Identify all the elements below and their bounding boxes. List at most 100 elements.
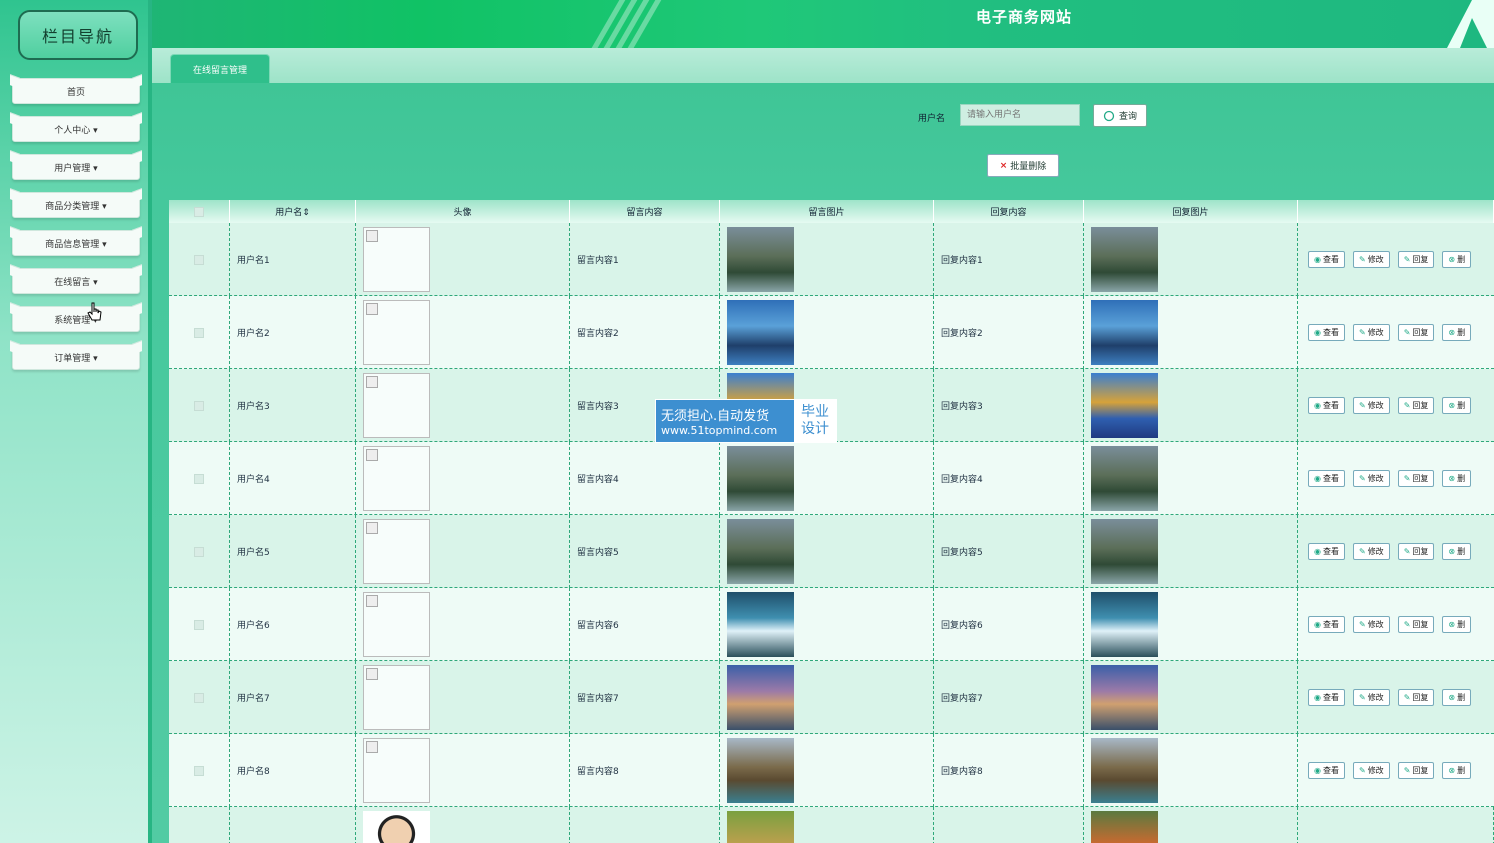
watermark-side1: 毕业 — [801, 404, 829, 421]
table-cell — [356, 661, 570, 734]
table-cell — [356, 442, 570, 515]
avatar-image — [363, 592, 430, 657]
table-row — [169, 807, 1494, 843]
sidebar-item-system[interactable]: 系统管理 ▾ — [12, 306, 140, 332]
edit-button[interactable]: ✎ 修改 — [1352, 324, 1390, 341]
delete-button[interactable]: ⊗ 删 — [1442, 616, 1472, 633]
table-row: 用户名4 留言内容4 回复内容4 ◉ 查看 ✎ 修改 ✎ 回复 ⊗ 删 — [169, 442, 1494, 515]
sidebar-item-home[interactable]: 首页 — [12, 78, 140, 104]
view-button[interactable]: ◉ 查看 — [1308, 324, 1345, 341]
table-cell — [720, 588, 934, 661]
view-label: 查看 — [1322, 693, 1339, 702]
edit-button[interactable]: ✎ 修改 — [1352, 543, 1390, 560]
edit-label: 修改 — [1367, 620, 1384, 629]
table-cell — [356, 588, 570, 661]
delete-button[interactable]: ⊗ 删 — [1442, 762, 1472, 779]
table-cell: 回复内容6 — [934, 588, 1084, 661]
row-checkbox[interactable] — [194, 400, 204, 411]
table-cell — [1298, 807, 1494, 843]
select-all-header[interactable] — [169, 200, 230, 223]
row-checkbox[interactable] — [194, 473, 204, 484]
row-actions: ◉ 查看 ✎ 修改 ✎ 回复 ⊗ 删 — [1298, 762, 1472, 779]
tab-message-management[interactable]: 在线留言管理 — [170, 54, 270, 83]
table-cell: 用户名8 — [230, 734, 356, 807]
watermark-side2: 设计 — [801, 421, 829, 437]
edit-button[interactable]: ✎ 修改 — [1352, 397, 1390, 414]
row-checkbox[interactable] — [194, 765, 204, 776]
sidebar-item-orders[interactable]: 订单管理 ▾ — [12, 344, 140, 370]
view-button[interactable]: ◉ 查看 — [1308, 397, 1345, 414]
table-cell: 留言内容4 — [570, 442, 720, 515]
edit-label: 修改 — [1367, 693, 1384, 702]
delete-button[interactable]: ⊗ 删 — [1442, 324, 1472, 341]
edit-button[interactable]: ✎ 修改 — [1352, 762, 1390, 779]
delete-button[interactable]: ⊗ 删 — [1442, 397, 1472, 414]
pencil-icon: ✎ — [1403, 693, 1411, 702]
row-checkbox[interactable] — [194, 254, 204, 265]
view-button[interactable]: ◉ 查看 — [1308, 543, 1345, 560]
edit-button[interactable]: ✎ 修改 — [1352, 470, 1390, 487]
delete-button[interactable]: ⊗ 删 — [1442, 470, 1472, 487]
reply-button[interactable]: ✎ 回复 — [1397, 397, 1435, 414]
table-cell: 留言内容2 — [570, 296, 720, 369]
batch-delete-button[interactable]: × 批量删除 — [987, 154, 1059, 177]
reply-button[interactable]: ✎ 回复 — [1397, 762, 1435, 779]
table-cell — [1084, 223, 1298, 296]
search-button[interactable]: 查询 — [1093, 104, 1147, 127]
reply-cell: 回复内容6 — [941, 621, 983, 631]
table-cell — [356, 807, 570, 843]
table-cell — [720, 807, 934, 843]
row-actions: ◉ 查看 ✎ 修改 ✎ 回复 ⊗ 删 — [1298, 689, 1472, 706]
row-actions: ◉ 查看 ✎ 修改 ✎ 回复 ⊗ 删 — [1298, 616, 1472, 633]
reply-button[interactable]: ✎ 回复 — [1397, 324, 1435, 341]
username-cell: 用户名2 — [237, 329, 270, 339]
view-button[interactable]: ◉ 查看 — [1308, 689, 1345, 706]
delete-button[interactable]: ⊗ 删 — [1442, 689, 1472, 706]
view-label: 查看 — [1322, 255, 1339, 264]
sidebar-item-messages[interactable]: 在线留言 ▾ — [12, 268, 140, 294]
table-cell — [169, 734, 230, 807]
sidebar-item-user-management[interactable]: 用户管理 ▾ — [12, 154, 140, 180]
row-checkbox[interactable] — [194, 327, 204, 338]
view-button[interactable]: ◉ 查看 — [1308, 616, 1345, 633]
row-checkbox[interactable] — [194, 619, 204, 630]
select-all-checkbox[interactable] — [194, 206, 204, 217]
table-cell — [1084, 296, 1298, 369]
table-cell — [356, 369, 570, 442]
message-cell: 留言内容8 — [577, 767, 619, 777]
view-button[interactable]: ◉ 查看 — [1308, 470, 1345, 487]
row-checkbox[interactable] — [194, 546, 204, 557]
message-image — [727, 738, 794, 803]
pencil-icon: ✎ — [1403, 328, 1411, 337]
sidebar-item-product-management[interactable]: 商品信息管理 ▾ — [12, 230, 140, 256]
reply-button[interactable]: ✎ 回复 — [1397, 251, 1435, 268]
reply-button[interactable]: ✎ 回复 — [1397, 470, 1435, 487]
edit-label: 修改 — [1367, 255, 1384, 264]
sidebar-item-personal-center[interactable]: 个人中心 ▾ — [12, 116, 140, 142]
table-cell: 用户名2 — [230, 296, 356, 369]
reply-button[interactable]: ✎ 回复 — [1397, 543, 1435, 560]
search-input[interactable] — [960, 104, 1080, 126]
reply-label: 回复 — [1412, 547, 1429, 556]
table-cell — [169, 807, 230, 843]
delete-button[interactable]: ⊗ 删 — [1442, 543, 1472, 560]
sidebar-item-category-management[interactable]: 商品分类管理 ▾ — [12, 192, 140, 218]
reply-button[interactable]: ✎ 回复 — [1397, 616, 1435, 633]
view-button[interactable]: ◉ 查看 — [1308, 251, 1345, 268]
table-cell — [169, 223, 230, 296]
column-header-username[interactable]: 用户名⇕ — [230, 200, 356, 223]
reply-image — [1091, 738, 1158, 803]
edit-button[interactable]: ✎ 修改 — [1352, 251, 1390, 268]
row-checkbox[interactable] — [194, 692, 204, 703]
reply-image — [1091, 373, 1158, 438]
close-circle-icon: ⊗ — [1448, 474, 1456, 483]
username-cell: 用户名8 — [237, 767, 270, 777]
edit-button[interactable]: ✎ 修改 — [1352, 616, 1390, 633]
reply-image — [1091, 519, 1158, 584]
reply-button[interactable]: ✎ 回复 — [1397, 689, 1435, 706]
table-cell: 留言内容6 — [570, 588, 720, 661]
avatar-image — [363, 227, 430, 292]
edit-button[interactable]: ✎ 修改 — [1352, 689, 1390, 706]
view-button[interactable]: ◉ 查看 — [1308, 762, 1345, 779]
delete-button[interactable]: ⊗ 删 — [1442, 251, 1472, 268]
